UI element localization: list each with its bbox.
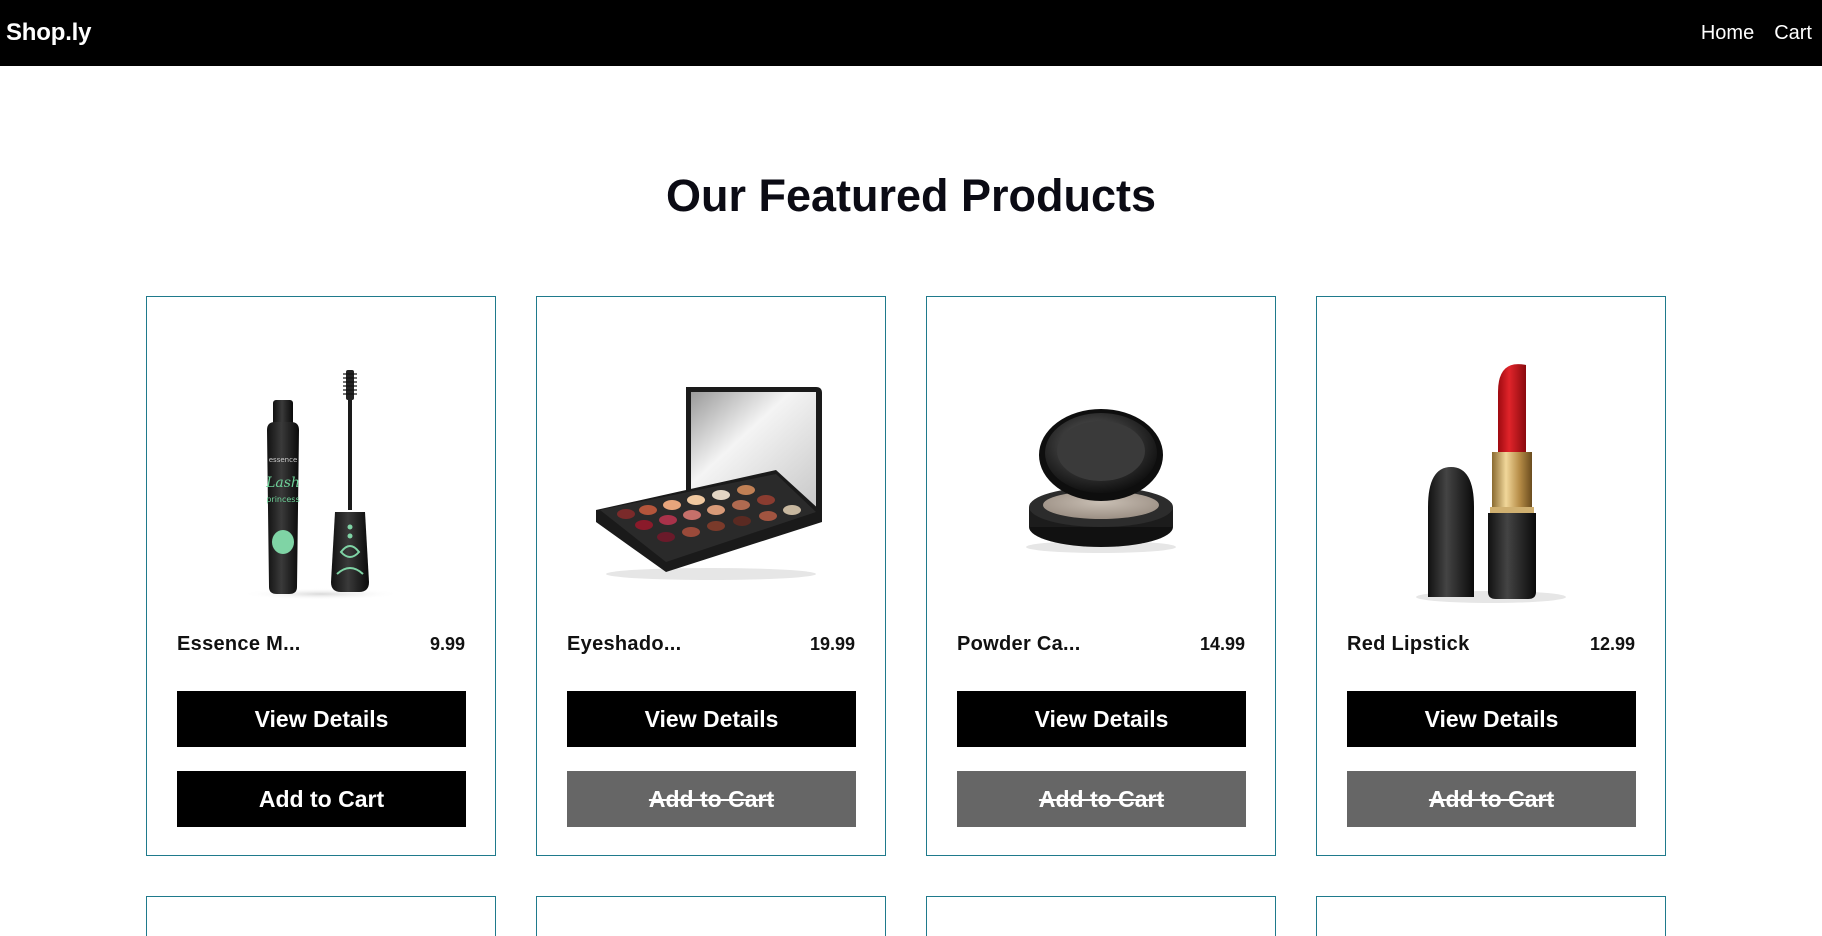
add-to-cart-button[interactable]: Add to Cart bbox=[567, 771, 856, 827]
product-card-partial bbox=[926, 896, 1276, 936]
product-info-row: Red Lipstick 12.99 bbox=[1347, 627, 1635, 667]
nav-links: Home Cart bbox=[1701, 22, 1812, 45]
product-info-row: Essence M... 9.99 bbox=[177, 627, 465, 667]
product-price: 19.99 bbox=[809, 634, 855, 654]
lipstick-image[interactable] bbox=[1347, 297, 1635, 627]
product-price: 9.99 bbox=[429, 634, 465, 654]
svg-text:Lash: Lash bbox=[265, 475, 300, 491]
view-details-button[interactable]: View Details bbox=[177, 691, 466, 747]
product-info-row: Powder Ca... 14.99 bbox=[957, 627, 1245, 667]
add-to-cart-button[interactable]: Add to Cart bbox=[177, 771, 466, 827]
powder-compact-image[interactable] bbox=[957, 297, 1245, 627]
product-name: Eyeshado... bbox=[567, 633, 682, 655]
product-name: Essence M... bbox=[177, 633, 301, 655]
product-card-partial bbox=[536, 896, 886, 936]
eyeshadow-palette-image[interactable] bbox=[567, 297, 855, 627]
view-details-button[interactable]: View Details bbox=[1347, 691, 1636, 747]
product-card-partial bbox=[146, 896, 496, 936]
product-price: 14.99 bbox=[1199, 634, 1245, 654]
product-price: 12.99 bbox=[1589, 634, 1635, 654]
product-card: Powder Ca... 14.99 View Details Add to C… bbox=[926, 296, 1276, 856]
add-to-cart-button[interactable]: Add to Cart bbox=[957, 771, 1246, 827]
product-card: Red Lipstick 12.99 View Details Add to C… bbox=[1316, 296, 1666, 856]
product-card: Eyeshado... 19.99 View Details Add to Ca… bbox=[536, 296, 886, 856]
add-to-cart-button[interactable]: Add to Cart bbox=[1347, 771, 1636, 827]
top-navbar: Shop.ly Home Cart bbox=[0, 0, 1822, 66]
svg-text:princess: princess bbox=[266, 495, 299, 504]
nav-link-cart[interactable]: Cart bbox=[1774, 22, 1812, 45]
product-info-row: Eyeshado... 19.99 bbox=[567, 627, 855, 667]
mascara-image[interactable]: essence Lash princess bbox=[177, 297, 465, 627]
page-title: Our Featured Products bbox=[665, 170, 1157, 221]
svg-text:essence: essence bbox=[269, 456, 298, 464]
view-details-button[interactable]: View Details bbox=[957, 691, 1246, 747]
product-name: Powder Ca... bbox=[957, 633, 1081, 655]
view-details-button[interactable]: View Details bbox=[567, 691, 856, 747]
product-grid: essence Lash princess Essence M... 9.99 … bbox=[146, 296, 1666, 936]
product-card: essence Lash princess Essence M... 9.99 … bbox=[146, 296, 496, 856]
nav-link-home[interactable]: Home bbox=[1701, 22, 1754, 45]
brand-logo[interactable]: Shop.ly bbox=[6, 19, 91, 47]
product-name: Red Lipstick bbox=[1347, 633, 1470, 655]
product-card-partial bbox=[1316, 896, 1666, 936]
